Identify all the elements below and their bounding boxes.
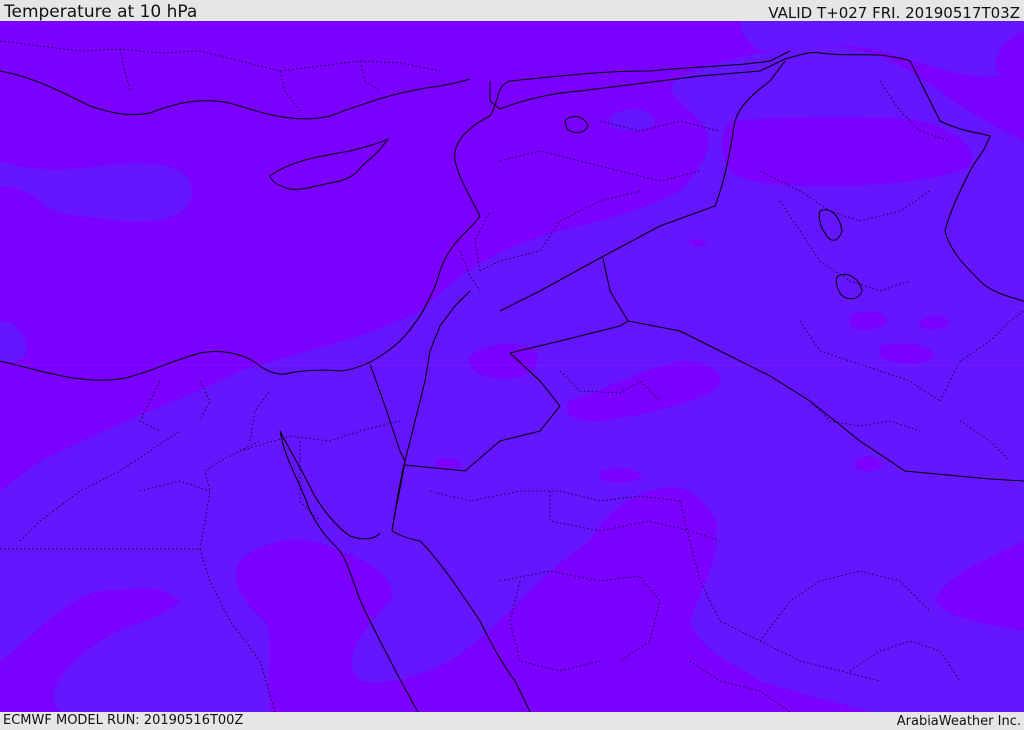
footer-bar: ECMWF MODEL RUN: 20190516T00Z ArabiaWeat… xyxy=(0,712,1024,729)
valid-time: VALID T+027 FRI. 20190517T03Z xyxy=(768,4,1020,22)
header-bar: Temperature at 10 hPa VALID T+027 FRI. 2… xyxy=(0,0,1024,21)
credit-label: ArabiaWeather Inc. xyxy=(896,714,1021,729)
map-title: Temperature at 10 hPa xyxy=(4,2,198,22)
warm-patch-10 xyxy=(722,116,972,186)
model-run-label: ECMWF MODEL RUN: 20190516T00Z xyxy=(3,713,244,728)
map-canvas xyxy=(0,21,1024,712)
temperature-map xyxy=(0,21,1024,712)
